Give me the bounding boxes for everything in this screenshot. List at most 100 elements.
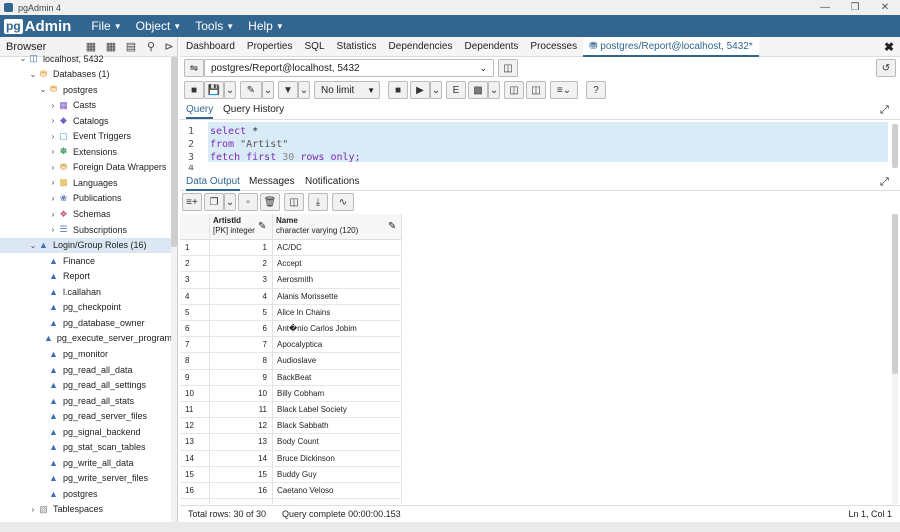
table-row[interactable]: 12 12 Black Sabbath — [180, 418, 402, 435]
maximize-icon[interactable]: ❐ — [840, 0, 870, 15]
close-tab-icon[interactable]: ✖ — [884, 40, 894, 54]
table-row[interactable]: 7 7 Apocalyptica — [180, 337, 402, 354]
explain-icon[interactable]: E — [446, 81, 466, 99]
tree-node[interactable]: ▲ pg_checkpoint — [0, 300, 172, 315]
tree-node[interactable]: ▲ pg_read_server_files — [0, 409, 172, 424]
sql-editor[interactable]: 1 2 3 4 select * from "Artist" fetch fir… — [180, 122, 898, 170]
help-icon[interactable]: ? — [586, 81, 606, 99]
tree-node[interactable]: ⌄ ◫ localhost, 5432 — [0, 51, 172, 66]
table-row[interactable]: 15 15 Buddy Guy — [180, 467, 402, 483]
edit-column-icon[interactable]: ✎ — [258, 221, 266, 232]
cell-artistid[interactable]: 6 — [212, 324, 267, 333]
data-grid[interactable]: ArtistId [PK] integer ✎ Name character var… — [180, 214, 402, 504]
table-row[interactable]: 8 8 Audioslave — [180, 353, 402, 370]
cell-artistid[interactable]: 7 — [212, 340, 267, 349]
cell-artistid[interactable]: 3 — [212, 275, 267, 284]
table-row[interactable]: 5 5 Alice In Chains — [180, 305, 402, 321]
table-row[interactable]: 6 6 Ant�nio Carlos Jobim — [180, 321, 402, 338]
table-row[interactable]: 1 1 AC/DC — [180, 240, 402, 257]
cell-name[interactable]: Black Sabbath — [277, 421, 329, 430]
tree-node[interactable]: ▲ postgres — [0, 486, 172, 501]
cell-name[interactable]: Caetano Veloso — [277, 486, 334, 495]
chevron-down-icon[interactable]: ⌄ — [38, 85, 48, 94]
edit-column-icon[interactable]: ✎ — [388, 221, 396, 232]
cell-name[interactable]: Black Label Society — [277, 405, 347, 414]
macros-icon[interactable]: ≡⌄ — [550, 81, 578, 99]
table-row[interactable]: 9 9 BackBeat — [180, 370, 402, 386]
cell-name[interactable]: Accept — [277, 259, 301, 268]
cell-name[interactable]: Aerosmith — [277, 275, 313, 284]
filter-dropdown-icon[interactable]: ⌄ — [298, 81, 310, 99]
cell-artistid[interactable]: 5 — [212, 308, 267, 317]
chevron-right-icon[interactable]: › — [48, 147, 58, 156]
editor-scrollbar[interactable] — [892, 124, 898, 168]
execute-dropdown-icon[interactable]: ⌄ — [430, 81, 442, 99]
chevron-right-icon[interactable]: › — [28, 505, 38, 514]
tree-node[interactable]: ▲ l.callahan — [0, 284, 172, 299]
tab-query[interactable]: Query — [186, 104, 214, 119]
cell-artistid[interactable]: 14 — [212, 454, 267, 463]
tab-query-tool[interactable]: ⛃ postgres/Report@localhost, 5432* — [583, 36, 759, 57]
tree-node[interactable]: ▲ pg_signal_backend — [0, 424, 172, 439]
cell-artistid[interactable]: 9 — [212, 373, 267, 382]
cell-name[interactable]: Body Count — [277, 437, 319, 446]
tree-node[interactable]: ▲ pg_write_server_files — [0, 471, 172, 486]
cell-artistid[interactable]: 8 — [212, 356, 267, 365]
cell-name[interactable]: Audioslave — [277, 356, 316, 365]
copy-icon[interactable]: ❐ — [204, 193, 224, 211]
tree-node[interactable]: ▲ pg_monitor — [0, 346, 172, 361]
save-dropdown-icon[interactable]: ⌄ — [224, 81, 236, 99]
table-row[interactable]: 16 16 Caetano Veloso — [180, 483, 402, 500]
tree-node[interactable]: ▲ pg_database_owner — [0, 315, 172, 330]
tree-node[interactable]: › ◆ Catalogs — [0, 113, 172, 128]
table-row[interactable]: 13 13 Body Count — [180, 434, 402, 451]
stop-icon[interactable]: ■ — [388, 81, 408, 99]
tab-query-history[interactable]: Query History — [223, 104, 284, 115]
table-row[interactable]: 10 10 Billy Cobham — [180, 386, 402, 402]
tree-node[interactable]: › ▩ Languages — [0, 175, 172, 190]
cell-artistid[interactable]: 2 — [212, 259, 267, 268]
cell-name[interactable]: Bruce Dickinson — [277, 454, 335, 463]
cell-artistid[interactable]: 1 — [212, 243, 267, 252]
explain-analyze-icon[interactable]: ▩ — [468, 81, 488, 99]
cell-name[interactable]: BackBeat — [277, 373, 311, 382]
paste-icon[interactable]: ▫ — [238, 193, 258, 211]
table-row[interactable]: 3 3 Aerosmith — [180, 272, 402, 289]
tree-node[interactable]: › ▦ Casts — [0, 98, 172, 113]
tab-sql[interactable]: SQL — [299, 37, 331, 57]
cell-artistid[interactable]: 16 — [212, 486, 267, 495]
chevron-right-icon[interactable]: › — [48, 178, 58, 187]
chevron-right-icon[interactable]: › — [48, 194, 58, 203]
tree-scrollbar-thumb[interactable] — [171, 57, 177, 247]
expand-icon[interactable]: ⤢ — [880, 104, 889, 117]
save-file-icon[interactable]: 💾 — [204, 81, 224, 99]
tree-node[interactable]: › ▧ Tablespaces — [0, 502, 172, 517]
tab-notifications[interactable]: Notifications — [305, 176, 359, 187]
tree-node[interactable]: › ▢ Event Triggers — [0, 129, 172, 144]
tree-node[interactable]: ▲ pg_read_all_data — [0, 362, 172, 377]
tab-processes[interactable]: Processes — [524, 37, 583, 57]
cell-artistid[interactable]: 15 — [212, 470, 267, 479]
menu-file[interactable]: File ▼ — [91, 19, 121, 33]
limit-select[interactable]: No limit ▼ — [314, 81, 380, 99]
table-row[interactable]: 11 11 Black Label Society — [180, 402, 402, 419]
new-connection-icon[interactable]: ◫ — [498, 59, 518, 77]
reset-layout-icon[interactable]: ↺ — [876, 59, 896, 77]
table-row[interactable]: 4 4 Alanis Morissette — [180, 289, 402, 305]
chevron-down-icon[interactable]: ⌄ — [28, 241, 38, 250]
delete-icon[interactable]: 🗑 — [260, 193, 280, 211]
chevron-right-icon[interactable]: › — [48, 116, 58, 125]
chevron-down-icon[interactable]: ⌄ — [18, 54, 28, 63]
cell-artistid[interactable]: 13 — [212, 437, 267, 446]
expand-icon[interactable]: ⤢ — [880, 176, 889, 189]
tab-properties[interactable]: Properties — [241, 37, 299, 57]
tree-node[interactable]: ▲ Finance — [0, 253, 172, 268]
graph-visualiser-icon[interactable]: ∿ — [332, 193, 354, 211]
tab-statistics[interactable]: Statistics — [331, 37, 383, 57]
download-icon[interactable]: ⤓ — [308, 193, 328, 211]
menu-tools[interactable]: Tools ▼ — [195, 19, 234, 33]
tab-dependencies[interactable]: Dependencies — [383, 37, 459, 57]
filter-icon[interactable]: ▼ — [278, 81, 298, 99]
cell-name[interactable]: Alanis Morissette — [277, 292, 338, 301]
chevron-right-icon[interactable]: › — [48, 132, 58, 141]
